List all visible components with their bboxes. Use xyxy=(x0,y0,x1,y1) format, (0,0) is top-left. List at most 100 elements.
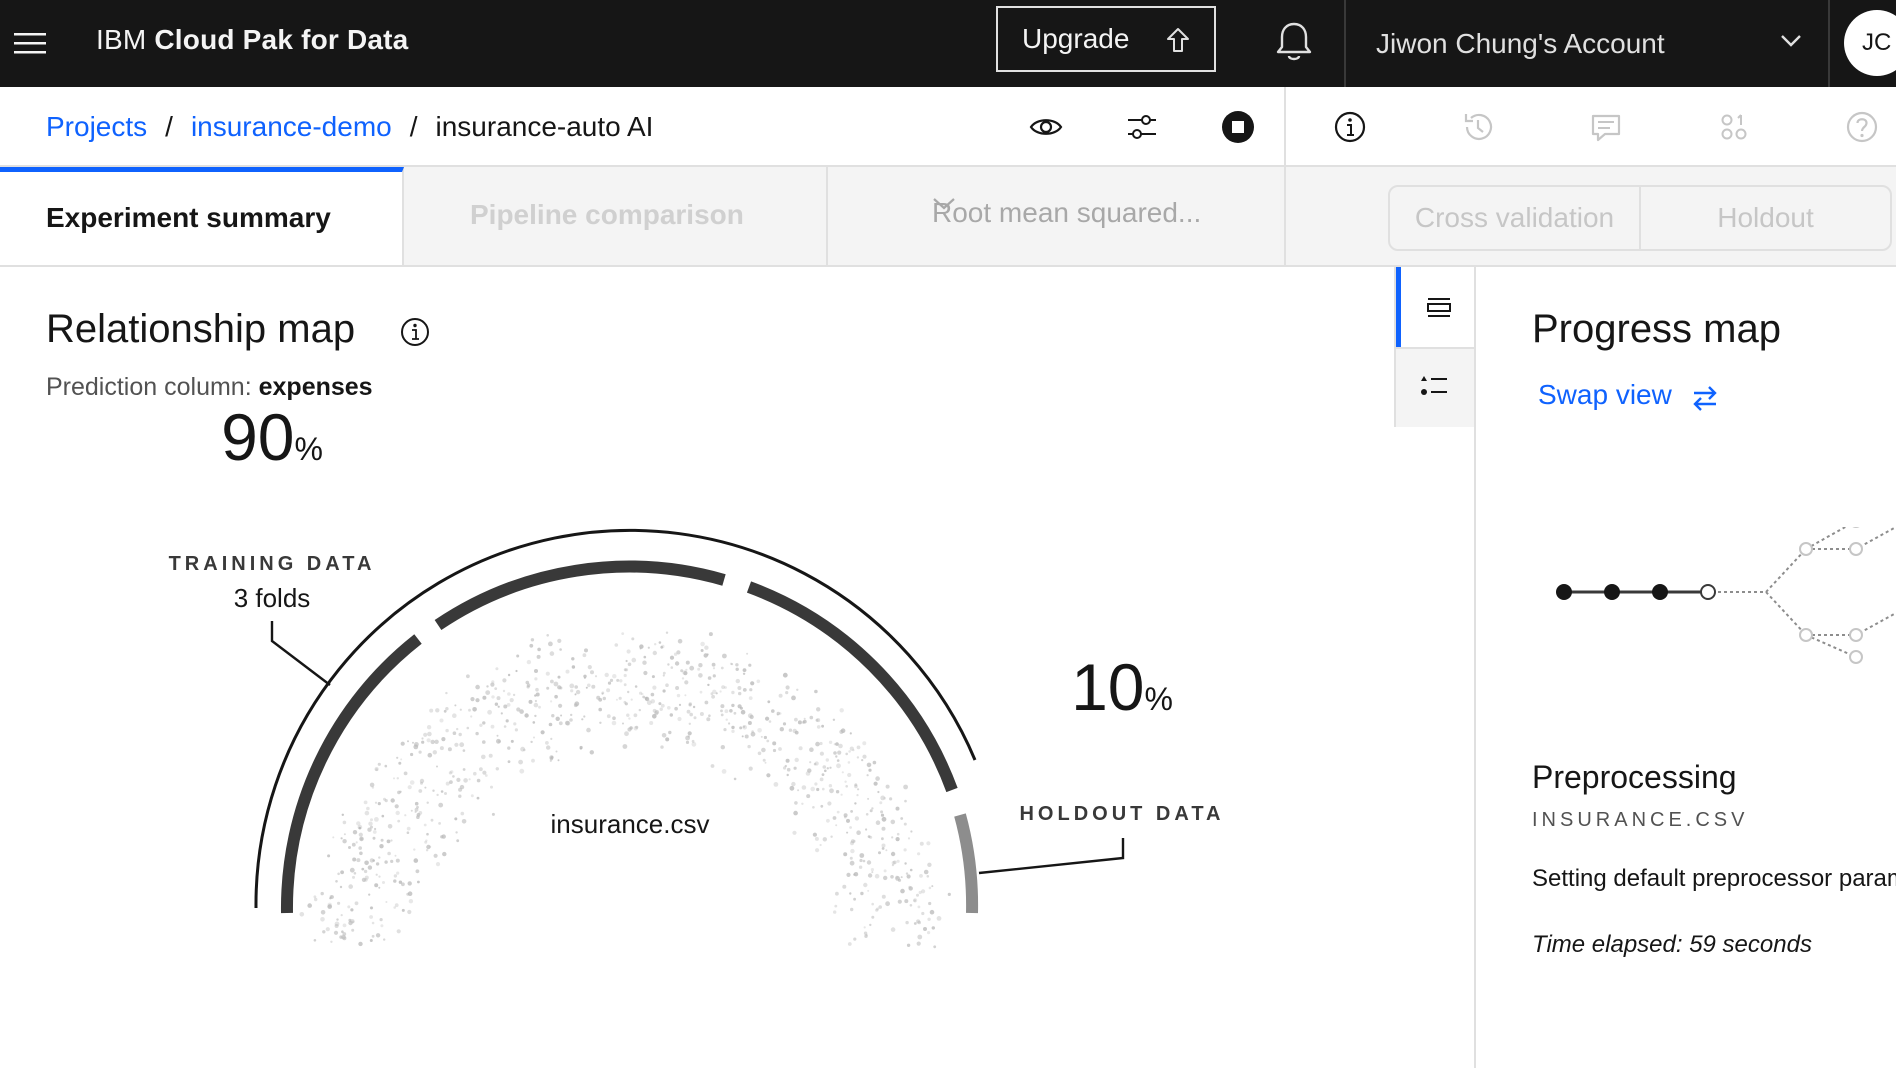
data-point xyxy=(299,912,305,917)
data-point xyxy=(778,747,782,751)
data-point xyxy=(927,862,932,867)
pipeline-node-pending xyxy=(1799,628,1813,642)
help-icon[interactable] xyxy=(1844,109,1880,145)
data-point xyxy=(574,693,577,696)
data-point xyxy=(349,867,355,873)
data-point xyxy=(865,813,869,816)
data-point xyxy=(786,767,791,772)
data-point xyxy=(749,688,753,692)
data-point xyxy=(626,713,630,717)
data-point xyxy=(363,800,368,805)
data-point xyxy=(890,851,896,857)
swap-arrows-icon[interactable] xyxy=(1690,383,1720,413)
data-point xyxy=(739,706,743,710)
data-point xyxy=(482,740,486,744)
detail-view-toggle[interactable] xyxy=(1396,347,1474,427)
data-point xyxy=(537,647,541,652)
user-avatar[interactable]: JC xyxy=(1844,10,1896,76)
data-point xyxy=(748,663,752,667)
breadcrumb-insurance-demo[interactable]: insurance-demo xyxy=(191,111,392,143)
data-point xyxy=(510,739,514,743)
data-point xyxy=(591,684,596,689)
apps-icon[interactable] xyxy=(1716,109,1752,145)
swap-view-link[interactable]: Swap view xyxy=(1538,379,1672,411)
data-point xyxy=(352,857,357,862)
cross-validation-button[interactable]: Cross validation xyxy=(1390,187,1639,249)
data-point xyxy=(906,943,911,947)
data-point xyxy=(497,705,500,708)
data-point xyxy=(845,752,848,756)
data-point xyxy=(880,813,885,817)
data-point xyxy=(867,873,873,878)
data-point xyxy=(853,897,856,901)
data-point xyxy=(735,678,740,684)
data-point xyxy=(838,743,843,749)
data-point xyxy=(507,692,511,696)
data-point xyxy=(782,722,787,726)
tab-experiment-summary[interactable]: Experiment summary xyxy=(0,167,404,265)
data-point xyxy=(557,638,562,643)
pipeline-node-pending xyxy=(1849,628,1863,642)
data-point xyxy=(445,728,449,733)
data-point xyxy=(854,802,857,805)
data-point xyxy=(785,691,789,695)
notification-bell-icon[interactable] xyxy=(1274,20,1314,64)
data-point xyxy=(936,916,942,921)
data-point xyxy=(654,711,659,716)
data-point xyxy=(371,921,375,925)
list-view-toggle[interactable] xyxy=(1396,267,1474,347)
data-point xyxy=(359,836,364,842)
data-point xyxy=(883,796,886,800)
stop-icon[interactable] xyxy=(1220,109,1256,145)
data-point xyxy=(850,907,854,912)
data-point xyxy=(596,695,601,700)
data-point xyxy=(840,728,846,733)
data-point xyxy=(378,886,381,889)
data-point xyxy=(631,657,637,663)
metric-dropdown-value: Root mean squared... xyxy=(932,197,1202,228)
metric-dropdown[interactable]: Root mean squared... xyxy=(830,167,1286,265)
data-point xyxy=(688,722,691,725)
data-point xyxy=(627,727,632,732)
tab-pipeline-comparison[interactable]: Pipeline comparison xyxy=(406,167,828,265)
account-switcher[interactable]: Jiwon Chung's Account xyxy=(1346,0,1830,87)
data-point xyxy=(491,812,495,816)
data-point xyxy=(772,741,777,746)
data-point xyxy=(904,799,907,803)
training-fold-arc xyxy=(434,560,726,630)
breadcrumb-separator: / xyxy=(165,111,173,142)
holdout-button[interactable]: Holdout xyxy=(1639,187,1890,249)
data-point xyxy=(594,675,598,678)
data-point xyxy=(432,789,435,792)
data-point xyxy=(496,696,501,701)
history-icon[interactable] xyxy=(1460,109,1496,145)
product-brand[interactable]: IBM Cloud Pak for Data xyxy=(96,24,408,56)
data-point xyxy=(526,685,530,689)
data-point xyxy=(570,689,574,693)
data-point xyxy=(639,691,643,695)
data-point xyxy=(377,762,381,766)
view-icon[interactable] xyxy=(1028,109,1064,145)
data-point xyxy=(708,632,713,637)
breadcrumb-projects[interactable]: Projects xyxy=(46,111,147,143)
settings-sliders-icon[interactable] xyxy=(1124,109,1160,145)
data-point xyxy=(587,683,591,688)
data-point xyxy=(719,690,722,693)
data-point xyxy=(891,864,895,867)
data-point xyxy=(307,903,313,908)
data-point xyxy=(534,699,538,703)
top-navigation-bar: IBM Cloud Pak for Data Upgrade Jiwon Chu… xyxy=(0,0,1896,87)
comment-icon[interactable] xyxy=(1588,109,1624,145)
info-icon[interactable] xyxy=(1332,109,1368,145)
data-point xyxy=(394,854,397,857)
data-point xyxy=(638,708,641,712)
data-point xyxy=(881,843,886,848)
data-point xyxy=(947,892,951,897)
data-point xyxy=(322,930,326,934)
menu-icon[interactable] xyxy=(12,28,48,58)
data-point xyxy=(372,830,377,834)
data-point xyxy=(689,665,695,671)
data-point xyxy=(428,845,432,848)
upgrade-button[interactable]: Upgrade xyxy=(996,6,1216,72)
data-point xyxy=(926,841,931,846)
